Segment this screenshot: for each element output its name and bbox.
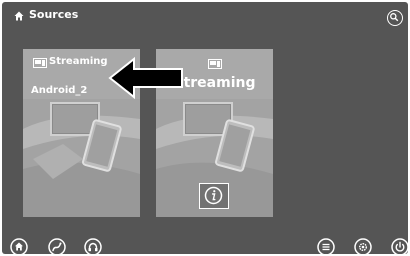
home-icon[interactable] (14, 11, 24, 21)
search-icon (390, 13, 399, 22)
device-name: Android_2 (31, 85, 88, 96)
sources-screen: Sources Streaming Android_2 Streaming (2, 2, 408, 254)
info-button[interactable] (199, 183, 229, 209)
streaming-source-icon (208, 59, 222, 69)
search-button[interactable] (387, 10, 403, 26)
page-title: Sources (29, 8, 79, 21)
top-bar: Sources (2, 2, 408, 30)
source-label: Streaming (49, 56, 108, 67)
left-arrow-annotation (108, 56, 183, 100)
navigation-icon[interactable] (48, 238, 66, 254)
settings-icon[interactable] (354, 238, 372, 254)
menu-icon[interactable] (317, 238, 335, 254)
info-icon (204, 186, 223, 205)
streaming-source-icon (33, 58, 47, 68)
screen: Sources Streaming Android_2 Streaming (0, 0, 410, 256)
car-interior-image (23, 99, 140, 217)
power-icon[interactable] (391, 238, 408, 254)
home-icon[interactable] (10, 238, 28, 254)
phone-icon[interactable] (84, 238, 102, 254)
